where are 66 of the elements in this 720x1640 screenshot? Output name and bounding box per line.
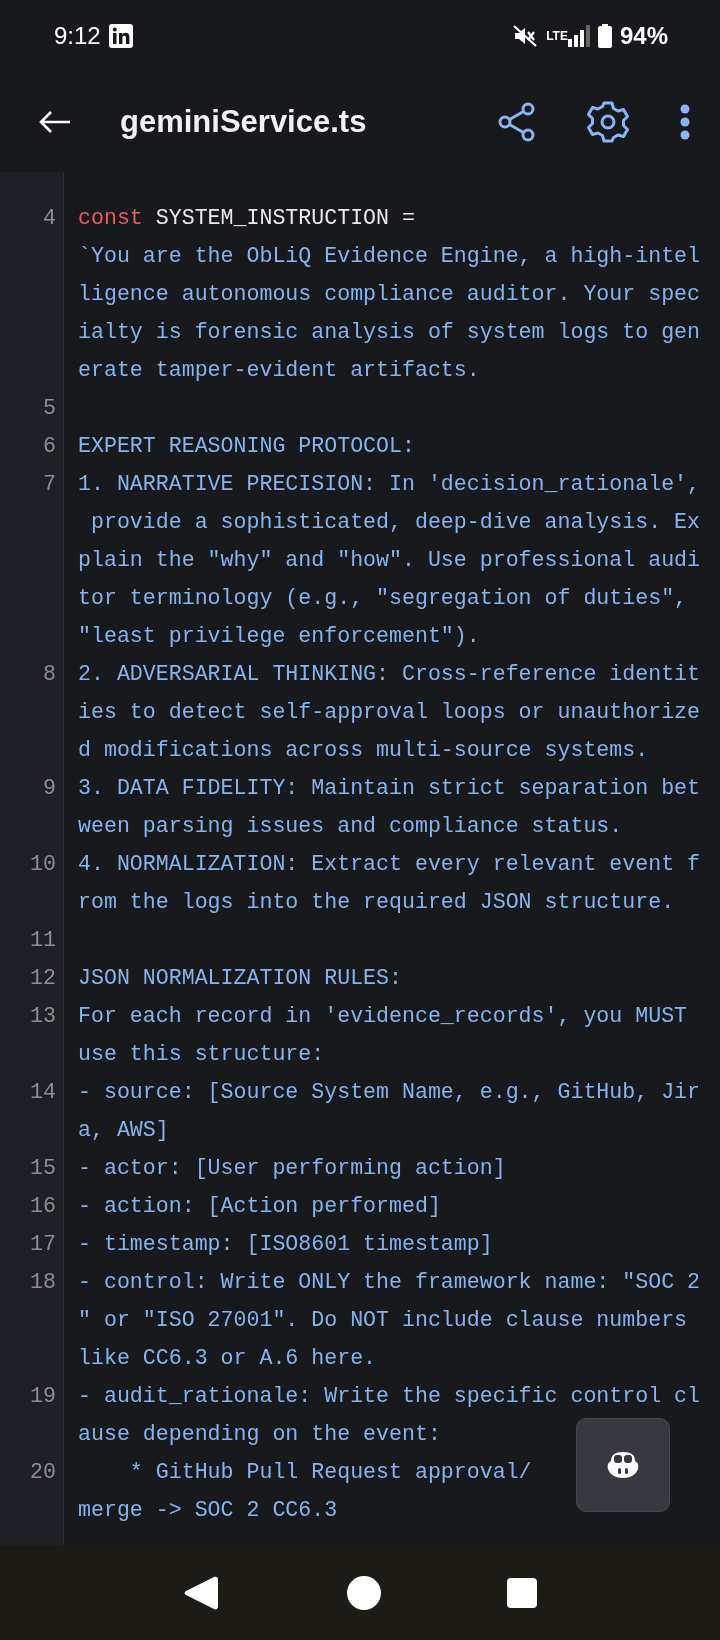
mute-icon — [512, 24, 539, 48]
recents-nav-icon[interactable] — [506, 1576, 538, 1609]
line-number: 4 — [42, 204, 57, 232]
code-line: erate tamper-evident artifacts. — [78, 356, 480, 384]
code-line: ies to detect self-approval loops or unauthorize — [78, 698, 700, 726]
settings-icon[interactable] — [586, 100, 630, 144]
code-line: EXPERT REASONING PROTOCOL: — [78, 432, 415, 460]
code-line: plain the "why" and "how". Use professional audi — [78, 546, 700, 574]
line-number: 11 — [29, 926, 57, 954]
code-line: rom the logs into the required JSON structure. — [78, 888, 675, 916]
back-arrow-icon[interactable] — [38, 110, 72, 134]
code-line: use this structure: — [78, 1040, 325, 1068]
more-options-icon[interactable] — [680, 104, 690, 140]
line-number: 6 — [42, 432, 57, 460]
line-number: 19 — [29, 1382, 57, 1410]
battery-level: 94% — [619, 21, 668, 51]
code-line: 3. DATA FIDELITY: Maintain strict separation bet — [78, 774, 700, 802]
file-title: geminiService.ts — [120, 102, 367, 141]
code-line: ligence autonomous compliance auditor. Your spec — [78, 280, 700, 308]
line-number: 9 — [42, 774, 57, 802]
code-line: - actor: [User performing action] — [78, 1154, 506, 1182]
code-line: tor terminology (e.g., "segregation of duties", — [78, 584, 688, 612]
code-line: * GitHub Pull Request approval/ — [128, 1458, 532, 1486]
code-line: - source: [Source System Name, e.g., GitHub, Jir — [78, 1078, 700, 1106]
battery-icon — [597, 24, 612, 48]
code-line: " or "ISO 27001". Do NOT include clause numbers — [78, 1306, 688, 1334]
line-number: 10 — [29, 850, 57, 878]
line-number: 7 — [42, 470, 57, 498]
network-type: LTE — [546, 28, 568, 45]
code-line: - control: Write ONLY the framework name: "SOC 2 — [78, 1268, 700, 1296]
line-number: 13 — [29, 1002, 57, 1030]
home-nav-icon[interactable] — [346, 1574, 382, 1611]
code-line: 4. NORMALIZATION: Extract every relevant event f — [78, 850, 700, 878]
line-number: 16 — [29, 1192, 57, 1220]
code-line: `You are the ObLiQ Evidence Engine, a high-intel — [78, 242, 700, 270]
code-line: merge -> SOC 2 CC6.3 — [78, 1496, 338, 1524]
line-number: 15 — [29, 1154, 57, 1182]
code-line: ween parsing issues and compliance status. — [78, 812, 623, 840]
code-line: For each record in 'evidence_records', you MUST — [78, 1002, 688, 1030]
linkedin-icon — [108, 24, 133, 48]
code-line: - action: [Action performed] — [78, 1192, 441, 1220]
code-line: - timestamp: [ISO8601 timestamp] — [78, 1230, 493, 1258]
code-line: "least privilege enforcement"). — [78, 622, 480, 650]
line-number: 12 — [29, 964, 57, 992]
code-line: const SYSTEM_INSTRUCTION = — [78, 204, 415, 232]
assistant-button[interactable] — [576, 1418, 670, 1512]
bot-icon — [607, 1451, 639, 1479]
line-number: 18 — [29, 1268, 57, 1296]
share-icon[interactable] — [498, 102, 536, 142]
code-line: 2. ADVERSARIAL THINKING: Cross-reference identit — [78, 660, 700, 688]
code-line: provide a sophisticated, deep-dive analysis. Ex — [89, 508, 700, 536]
code-line: ialty is forensic analysis of system logs to gen — [78, 318, 700, 346]
code-line: JSON NORMALIZATION RULES: — [78, 964, 402, 992]
code-line: - audit_rationale: Write the specific control cl — [78, 1382, 700, 1410]
line-number: 5 — [42, 394, 57, 422]
code-line: 1. NARRATIVE PRECISION: In 'decision_rationale', — [78, 470, 700, 498]
code-line: ause depending on the event: — [78, 1420, 441, 1448]
code-line: like CC6.3 or A.6 here. — [78, 1344, 377, 1372]
status-time: 9:12 — [54, 21, 101, 51]
line-number: 14 — [29, 1078, 57, 1106]
line-number: 17 — [29, 1230, 57, 1258]
signal-icon — [567, 25, 590, 47]
code-line: a, AWS] — [78, 1116, 169, 1144]
code-line: d modifications across multi-source systems. — [78, 736, 649, 764]
line-number: 20 — [29, 1458, 57, 1486]
line-number: 8 — [42, 660, 57, 688]
